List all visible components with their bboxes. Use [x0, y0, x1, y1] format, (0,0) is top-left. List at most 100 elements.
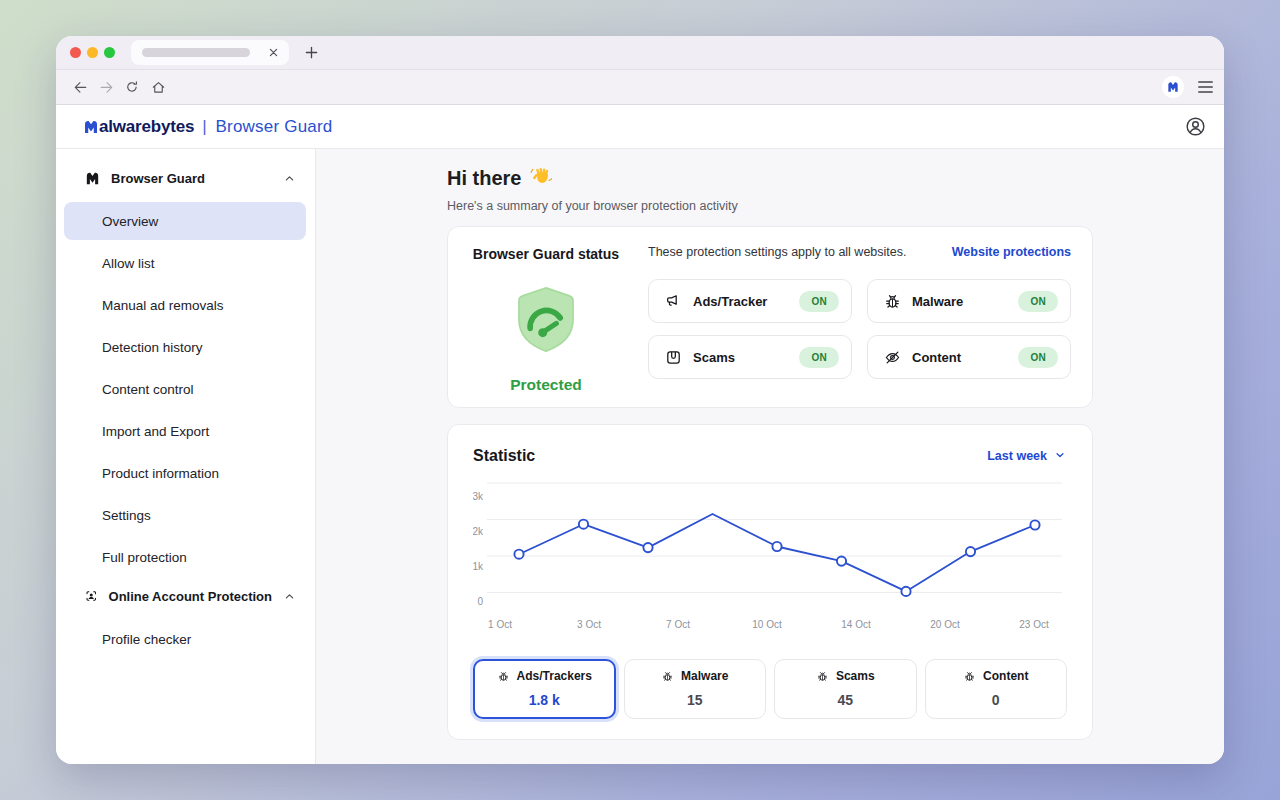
protection-state-toggle[interactable]: ON [799, 347, 839, 368]
chevron-up-icon [282, 171, 297, 186]
statistic-chart: 01k2k3k1 Oct3 Oct7 Oct10 Oct14 Oct20 Oct… [473, 473, 1067, 635]
refresh-icon[interactable] [119, 74, 145, 100]
waving-hand-icon [530, 165, 552, 187]
sidebar-item-full-protection[interactable]: Full protection [64, 538, 306, 576]
chevron-up-icon[interactable] [282, 589, 297, 604]
protected-shield-icon [511, 284, 581, 354]
protection-state-toggle[interactable]: ON [1018, 347, 1058, 368]
refresh-icon [124, 79, 140, 95]
main-content: Hi there Here's a summary of your browse… [316, 149, 1224, 764]
range-selector[interactable]: Last week [987, 448, 1067, 465]
bug-icon [963, 670, 976, 683]
protection-label: Ads/Tracker [693, 294, 767, 309]
minimize-window-button[interactable] [87, 47, 98, 58]
website-protections-link[interactable]: Website protections [952, 245, 1071, 259]
stat-label: Scams [836, 669, 875, 683]
x-tick-label: 3 Oct [577, 619, 601, 630]
sidebar-item-profile-checker[interactable]: Profile checker [64, 620, 306, 658]
malwarebytes-logo: alwarebytes | Browser Guard [82, 117, 332, 137]
waving-hand-icon [530, 165, 552, 192]
stat-card-content[interactable]: Content0 [925, 659, 1068, 719]
y-tick-label: 1k [473, 561, 484, 572]
profile-icon[interactable] [1184, 115, 1207, 138]
sidebar-item-detection-history[interactable]: Detection history [64, 328, 306, 366]
x-tick-label: 23 Oct [1019, 619, 1049, 630]
malwarebytes-m-icon [82, 118, 100, 136]
hamburger-icon[interactable] [1192, 74, 1218, 100]
sidebar-item-overview[interactable]: Overview [64, 202, 306, 240]
protection-card-ads-tracker[interactable]: Ads/Tracker ON [648, 279, 852, 323]
sidebar-item-import-and-export[interactable]: Import and Export [64, 412, 306, 450]
sidebar-item-allow-list[interactable]: Allow list [64, 244, 306, 282]
product-name: Browser Guard [216, 117, 333, 137]
y-tick-label: 0 [477, 596, 483, 607]
profile-icon [1184, 115, 1207, 138]
browser-window: alwarebytes | Browser Guard Browser Guar… [56, 36, 1224, 764]
sidebar-item-content-control[interactable]: Content control [64, 370, 306, 408]
stat-value: 45 [837, 692, 853, 708]
new-tab-icon [304, 45, 319, 60]
home-icon[interactable] [145, 74, 171, 100]
x-tick-label: 20 Oct [930, 619, 960, 630]
stat-value: 0 [992, 692, 1000, 708]
maximize-window-button[interactable] [104, 47, 115, 58]
tab-title-placeholder [142, 48, 250, 57]
forward-icon[interactable] [93, 74, 119, 100]
protection-status: Protected [510, 376, 582, 394]
protection-state-toggle[interactable]: ON [1018, 291, 1058, 312]
stat-label: Malware [681, 669, 728, 683]
chevron-down-icon [1053, 448, 1067, 462]
back-icon[interactable] [67, 74, 93, 100]
browser-toolbar [56, 69, 1224, 104]
bug-icon [661, 670, 674, 683]
sidebar-item-manual-ad-removals[interactable]: Manual ad removals [64, 286, 306, 324]
malwarebytes-m-icon [84, 170, 101, 187]
stat-label: Ads/Trackers [517, 669, 592, 683]
sidebar: Browser Guard Overview Allow list Manual ad… [56, 149, 316, 764]
sidebar-section-label: Browser Guard [111, 171, 205, 186]
forward-icon [98, 79, 115, 96]
protection-card-scams[interactable]: Scams ON [648, 335, 852, 379]
close-tab-icon[interactable] [267, 46, 280, 59]
statistic-card: Statistic Last week 01k2k3k1 Oct3 Oct7 O… [447, 424, 1093, 740]
app-header: alwarebytes | Browser Guard [56, 104, 1224, 149]
protection-note: These protection settings apply to all w… [648, 245, 906, 259]
sidebar-item-settings[interactable]: Settings [64, 496, 306, 534]
browser-tab[interactable] [131, 40, 289, 65]
protection-card-malware[interactable]: Malware ON [867, 279, 1071, 323]
sidebar-section-online-account-protection[interactable]: Online Account Protection [56, 576, 315, 616]
close-window-button[interactable] [70, 47, 81, 58]
hamburger-icon [1198, 81, 1213, 93]
sidebar-section-browser-guard[interactable]: Browser Guard [56, 158, 315, 198]
status-card-title: Browser Guard status [473, 246, 619, 262]
protection-label: Content [912, 350, 961, 365]
new-tab-icon[interactable] [304, 45, 319, 60]
statistic-title: Statistic [473, 447, 535, 465]
malwarebytes-extension-icon[interactable] [1162, 76, 1184, 98]
bug-icon [497, 670, 510, 683]
x-tick-label: 14 Oct [841, 619, 871, 630]
protection-card-content[interactable]: Content ON [867, 335, 1071, 379]
chevron-up-icon [282, 589, 297, 604]
malwarebytes-m-icon [1166, 80, 1180, 94]
window-controls [70, 47, 115, 58]
protection-state-toggle[interactable]: ON [799, 291, 839, 312]
chevron-up-icon[interactable] [282, 171, 297, 186]
protection-label: Scams [693, 350, 735, 365]
brand-name: alwarebytes [99, 117, 194, 137]
x-tick-label: 7 Oct [666, 619, 690, 630]
sidebar-item-product-information[interactable]: Product information [64, 454, 306, 492]
range-label: Last week [987, 449, 1047, 463]
protection-label: Malware [912, 294, 963, 309]
y-tick-label: 2k [473, 526, 484, 537]
stat-card-malware[interactable]: Malware 15 [624, 659, 767, 719]
stat-value: 15 [687, 692, 703, 708]
online-account-protection-icon [84, 587, 99, 605]
megaphone-icon [664, 292, 683, 311]
stat-card-ads-trackers[interactable]: Ads/Trackers1.8 k [473, 659, 616, 719]
stat-card-scams[interactable]: Scams 45 [774, 659, 917, 719]
greeting-subtitle: Here's a summary of your browser protect… [447, 199, 1093, 213]
malwarebytes-m-icon [82, 118, 100, 136]
chevron-down-icon [1053, 448, 1067, 465]
x-tick-label: 10 Oct [752, 619, 782, 630]
